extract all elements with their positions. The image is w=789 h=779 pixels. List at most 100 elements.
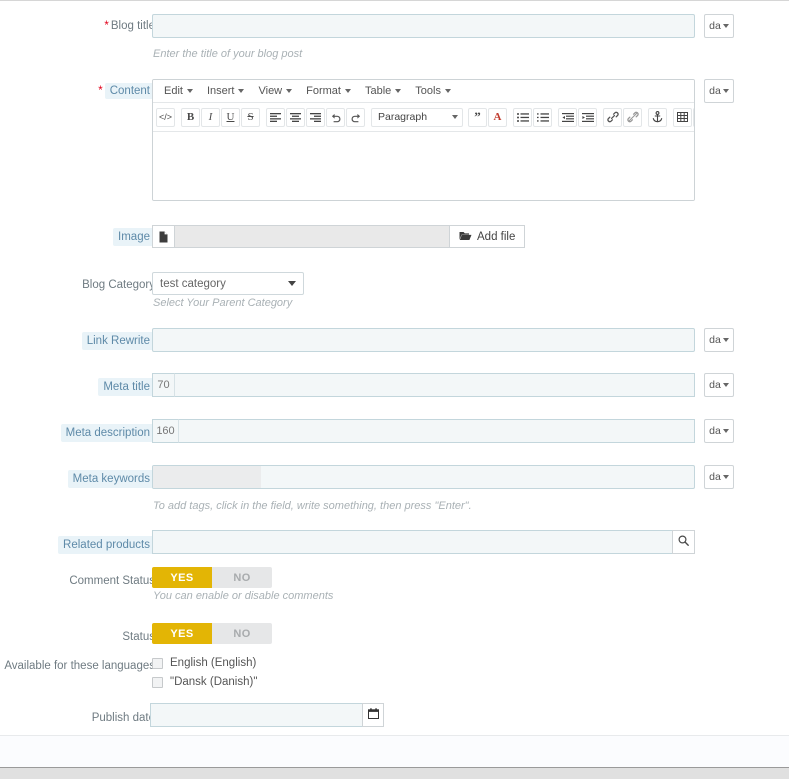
editor-menu-edit[interactable]: Edit xyxy=(157,83,200,99)
image-icon[interactable] xyxy=(693,107,694,127)
editor-menu-tools[interactable]: Tools xyxy=(408,83,458,99)
image-label: Image xyxy=(113,228,155,246)
language-code: da xyxy=(709,471,721,483)
comment-status-help: You can enable or disable comments xyxy=(153,590,334,602)
content-language-button[interactable]: da xyxy=(704,79,734,103)
meta-title-label: Meta title xyxy=(98,378,155,396)
status-toggle[interactable]: YES NO xyxy=(152,623,272,644)
form-footer xyxy=(0,735,789,768)
blog-category-selected-value: test category xyxy=(160,277,226,290)
link-rewrite-label: Link Rewrite xyxy=(81,332,155,350)
anchor-icon[interactable] xyxy=(648,107,667,127)
blog-category-select[interactable]: test category xyxy=(152,272,304,295)
meta-keywords-help: To add tags, click in the field, write s… xyxy=(153,500,472,512)
undo-icon[interactable] xyxy=(326,107,345,127)
editor-menu-insert[interactable]: Insert xyxy=(200,83,252,99)
meta-description-input[interactable] xyxy=(179,419,695,443)
search-icon xyxy=(678,535,689,549)
file-icon xyxy=(152,225,174,248)
chevron-down-icon xyxy=(722,475,729,479)
status-no[interactable]: NO xyxy=(212,623,272,644)
related-products-label: Related products xyxy=(58,536,155,554)
table-icon[interactable] xyxy=(673,107,692,127)
chevron-down-icon xyxy=(452,115,458,119)
bold-icon[interactable]: B xyxy=(181,107,200,127)
numbered-list-icon[interactable] xyxy=(533,107,552,127)
editor-menubar: Edit Insert View Format Table Tools xyxy=(153,80,694,103)
folder-open-icon xyxy=(459,230,472,244)
redo-icon[interactable] xyxy=(346,107,365,127)
meta-keywords-tag-zone[interactable] xyxy=(153,466,261,488)
toolbar-group-insert xyxy=(673,107,694,127)
unlink-icon[interactable] xyxy=(623,107,642,127)
chevron-down-icon xyxy=(344,89,351,93)
indent-icon[interactable] xyxy=(578,107,597,127)
checkbox-danish[interactable] xyxy=(152,676,163,688)
language-code: da xyxy=(709,85,721,97)
publish-date-input[interactable] xyxy=(150,703,362,727)
blockquote-icon[interactable]: ” xyxy=(468,107,487,127)
underline-icon[interactable]: U xyxy=(221,107,240,127)
publish-date-calendar-button[interactable] xyxy=(362,703,384,727)
text-color-icon[interactable]: A xyxy=(488,107,507,127)
blog-category-help: Select Your Parent Category xyxy=(153,297,293,309)
comment-status-yes[interactable]: YES xyxy=(152,567,212,588)
chevron-down-icon xyxy=(186,89,193,93)
meta-title-language-button[interactable]: da xyxy=(704,373,734,397)
image-file-input[interactable] xyxy=(174,225,450,248)
language-code: da xyxy=(709,334,721,346)
bullet-list-icon[interactable] xyxy=(513,107,532,127)
format-select-value: Paragraph xyxy=(378,111,428,123)
calendar-icon xyxy=(367,708,379,722)
language-code: da xyxy=(709,20,721,32)
status-yes[interactable]: YES xyxy=(152,623,212,644)
language-code: da xyxy=(709,425,721,437)
italic-icon[interactable]: I xyxy=(201,107,220,127)
strikethrough-icon[interactable]: S xyxy=(241,107,260,127)
editor-format-select[interactable]: Paragraph xyxy=(371,107,463,127)
add-file-button[interactable]: Add file xyxy=(450,225,526,248)
required-asterisk: * xyxy=(98,85,103,97)
toolbar-group-anchor xyxy=(648,107,668,127)
link-rewrite-language-button[interactable]: da xyxy=(704,328,734,352)
blog-category-label: Blog Category xyxy=(82,279,155,291)
content-rich-text-editor[interactable]: Edit Insert View Format Table Tools </> … xyxy=(152,79,695,201)
toolbar-group-link xyxy=(603,107,643,127)
meta-keywords-label: Meta keywords xyxy=(67,470,155,488)
page-background-bottom xyxy=(0,769,789,779)
language-option-english[interactable]: English (English) xyxy=(152,657,256,669)
language-danish-label: "Dansk (Danish)" xyxy=(170,676,258,688)
editor-menu-view[interactable]: View xyxy=(251,83,299,99)
blog-title-language-button[interactable]: da xyxy=(704,14,734,38)
align-left-icon[interactable] xyxy=(266,107,285,127)
outdent-icon[interactable] xyxy=(558,107,577,127)
editor-menu-format[interactable]: Format xyxy=(299,83,358,99)
checkbox-english[interactable] xyxy=(152,657,163,669)
meta-description-field: 160 xyxy=(152,419,695,443)
align-center-icon[interactable] xyxy=(286,107,305,127)
comment-status-no[interactable]: NO xyxy=(212,567,272,588)
language-code: da xyxy=(709,379,721,391)
meta-title-input[interactable] xyxy=(175,373,695,397)
publish-date-field xyxy=(150,703,384,727)
meta-keywords-language-button[interactable]: da xyxy=(704,465,734,489)
link-icon[interactable] xyxy=(603,107,622,127)
publish-date-label: Publish date xyxy=(91,712,155,724)
align-right-icon[interactable] xyxy=(306,107,325,127)
meta-keywords-tag-input[interactable] xyxy=(152,465,695,489)
chevron-down-icon xyxy=(444,89,451,93)
related-products-input[interactable] xyxy=(152,530,672,554)
editor-toolbar: </> B I U S Paragraph ” A xyxy=(153,103,694,132)
link-rewrite-input[interactable] xyxy=(152,328,695,352)
blog-title-input[interactable] xyxy=(152,14,695,38)
chevron-down-icon xyxy=(286,89,293,93)
editor-menu-table[interactable]: Table xyxy=(358,83,408,99)
source-code-icon[interactable]: </> xyxy=(156,107,175,127)
content-editor-body[interactable] xyxy=(153,132,694,200)
related-products-search-button[interactable] xyxy=(672,530,695,554)
meta-description-language-button[interactable]: da xyxy=(704,419,734,443)
comment-status-toggle[interactable]: YES NO xyxy=(152,567,272,588)
language-english-label: English (English) xyxy=(170,657,257,669)
comment-status-label: Comment Status xyxy=(69,575,155,587)
language-option-danish[interactable]: "Dansk (Danish)" xyxy=(152,676,257,688)
